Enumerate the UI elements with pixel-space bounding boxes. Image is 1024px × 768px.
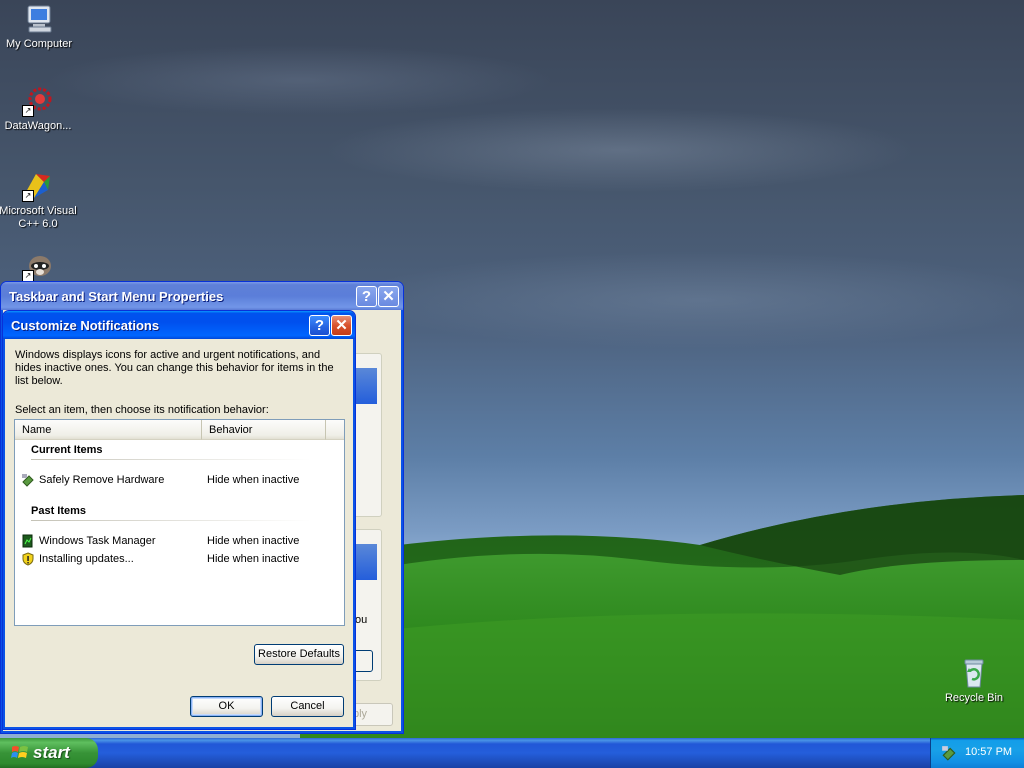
item-behavior[interactable]: Hide when inactive xyxy=(207,550,299,568)
desktop-icon-label: DataWagon... xyxy=(4,120,72,132)
taskbar-properties-titlebar[interactable]: Taskbar and Start Menu Properties ? ✕ xyxy=(1,282,403,310)
safely-remove-hardware-icon xyxy=(21,473,35,487)
window-title: Taskbar and Start Menu Properties xyxy=(9,289,224,304)
column-header-name[interactable]: Name xyxy=(15,420,202,440)
item-name: Windows Task Manager xyxy=(39,535,156,547)
desktop-icon-label: Microsoft Visual C++ 6.0 xyxy=(0,205,77,230)
desktop-icon-raccoon-app[interactable]: ↗ xyxy=(0,250,78,285)
safely-remove-hardware-icon[interactable] xyxy=(941,745,957,761)
group-divider xyxy=(31,520,311,521)
windows-flag-icon xyxy=(11,744,29,762)
notification-items-list[interactable]: Name Behavior Current Items Safely Remov… xyxy=(14,419,345,626)
dialog-title: Customize Notifications xyxy=(11,318,160,333)
datawagon-icon: ↗ xyxy=(22,85,54,117)
list-item[interactable]: Installing updates... Hide when inactive xyxy=(15,550,344,568)
group-divider xyxy=(31,459,311,460)
item-behavior[interactable]: Hide when inactive xyxy=(207,471,299,489)
clock[interactable]: 10:57 PM xyxy=(965,746,1012,758)
system-tray: 10:57 PM xyxy=(930,738,1024,768)
cancel-button[interactable]: Cancel xyxy=(271,696,344,717)
windows-update-shield-icon xyxy=(21,552,35,566)
recycle-bin-icon xyxy=(958,657,990,689)
help-button[interactable]: ? xyxy=(356,286,377,307)
desktop-icon-recycle-bin[interactable]: Recycle Bin xyxy=(934,657,1014,705)
restore-defaults-button[interactable]: Restore Defaults xyxy=(254,644,344,665)
dialog-description: Windows displays icons for active and ur… xyxy=(15,349,334,387)
start-button[interactable]: start xyxy=(0,738,98,768)
shortcut-arrow-icon: ↗ xyxy=(22,105,34,117)
list-item[interactable]: Windows Task Manager Hide when inactive xyxy=(15,532,344,550)
item-name: Installing updates... xyxy=(39,553,134,565)
dialog-instruction: Select an item, then choose its notifica… xyxy=(15,404,269,416)
partial-text: ou xyxy=(355,614,368,626)
column-header-behavior[interactable]: Behavior xyxy=(202,420,326,440)
item-name: Safely Remove Hardware xyxy=(39,474,165,486)
close-button[interactable]: ✕ xyxy=(331,315,352,336)
close-button[interactable]: ✕ xyxy=(378,286,399,307)
desktop-icon-visual-cpp[interactable]: ↗ Microsoft Visual C++ 6.0 xyxy=(0,170,78,231)
start-label: start xyxy=(33,743,70,762)
ok-button[interactable]: OK xyxy=(190,696,263,717)
column-header-filler xyxy=(326,420,344,440)
desktop-icon-label: My Computer xyxy=(5,38,73,50)
shortcut-arrow-icon: ↗ xyxy=(22,190,34,202)
visual-cpp-icon: ↗ xyxy=(22,170,54,202)
task-manager-icon xyxy=(21,534,35,548)
list-item[interactable]: Safely Remove Hardware Hide when inactiv… xyxy=(15,471,344,489)
help-button[interactable]: ? xyxy=(309,315,330,336)
taskbar: start 10:57 PM xyxy=(0,738,1024,768)
dialog-titlebar[interactable]: Customize Notifications ? ✕ xyxy=(3,311,355,339)
raccoon-app-icon: ↗ xyxy=(22,250,54,282)
group-header-current-items: Current Items xyxy=(31,444,103,456)
desktop-icon-label: Recycle Bin xyxy=(944,692,1004,704)
group-header-past-items: Past Items xyxy=(31,505,87,517)
item-behavior[interactable]: Hide when inactive xyxy=(207,532,299,550)
desktop-icon-datawagon[interactable]: ↗ DataWagon... xyxy=(0,85,78,133)
my-computer-icon xyxy=(23,3,55,35)
desktop-icon-my-computer[interactable]: My Computer xyxy=(0,3,79,51)
